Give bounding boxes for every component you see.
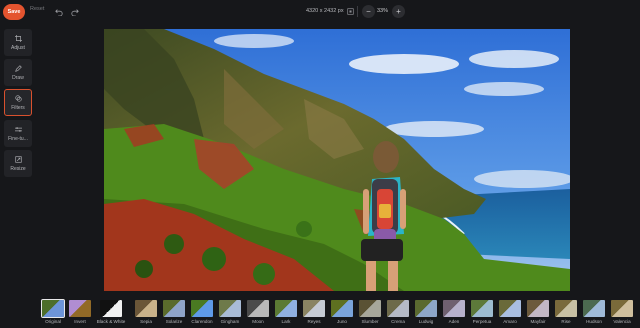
filter-thumbnail: [135, 300, 157, 317]
filters-icon: [14, 94, 22, 103]
filter-rise[interactable]: Rise: [553, 300, 579, 324]
tool-label: Filters: [11, 104, 25, 111]
filter-strip: Original Invert Black & White Sepia Sola…: [40, 299, 640, 328]
filter-moon[interactable]: Moon: [245, 300, 271, 324]
filter-thumbnail: [191, 300, 213, 317]
fit-screen-icon[interactable]: [346, 7, 355, 16]
filter-hudson[interactable]: Hudson: [581, 300, 607, 324]
filter-thumbnail: [415, 300, 437, 317]
filter-solarize[interactable]: Solarize: [161, 300, 187, 324]
image-dimensions: 4320 x 2432 px: [306, 8, 344, 14]
filter-thumbnail: [331, 300, 353, 317]
filter-thumbnail: [387, 300, 409, 317]
filter-label: Solarize: [165, 319, 183, 324]
image-canvas[interactable]: [104, 29, 570, 291]
divider: [357, 6, 358, 17]
filter-lark[interactable]: Lark: [273, 300, 299, 324]
zoom-in-button[interactable]: +: [392, 5, 405, 18]
filter-label: Clarendon: [191, 319, 213, 324]
resize-icon: [14, 155, 22, 164]
filter-sepia[interactable]: Sepia: [133, 300, 159, 324]
filter-gingham[interactable]: Gingham: [217, 300, 243, 324]
filter-original[interactable]: Original: [40, 299, 66, 324]
filter-crema[interactable]: Crema: [385, 300, 411, 324]
filter-thumbnail: [555, 300, 577, 317]
filter-thumbnail: [69, 300, 91, 317]
sliders-icon: [14, 126, 22, 134]
filter-label: Lark: [281, 319, 291, 324]
filter-reyes[interactable]: Reyes: [301, 300, 327, 324]
tool-adjust[interactable]: Adjust: [4, 29, 32, 56]
filter-thumbnail: [611, 300, 633, 317]
pencil-icon: [14, 64, 22, 73]
tool-draw[interactable]: Draw: [4, 59, 32, 86]
filter-label: Black & White: [96, 319, 126, 324]
filter-juno[interactable]: Juno: [329, 300, 355, 324]
undo-icon[interactable]: [54, 6, 64, 18]
filter-aden[interactable]: Aden: [441, 300, 467, 324]
filter-label: Aden: [448, 319, 460, 324]
filter-label: Moon: [252, 319, 264, 324]
filter-thumbnail: [219, 300, 241, 317]
zoom-out-button[interactable]: −: [362, 5, 375, 18]
tool-resize[interactable]: Resize: [4, 150, 32, 177]
filter-label: Juno: [337, 319, 347, 324]
filter-black-white[interactable]: Black & White: [96, 300, 126, 324]
filter-thumbnail: [41, 299, 65, 318]
filter-label: Mayfair: [530, 319, 546, 324]
tool-label: Draw: [12, 74, 24, 81]
filter-clarendon[interactable]: Clarendon: [189, 300, 215, 324]
filter-amaro[interactable]: Amaro: [497, 300, 523, 324]
filter-thumbnail: [275, 300, 297, 317]
filter-thumbnail: [163, 300, 185, 317]
filter-thumbnail: [303, 300, 325, 317]
filter-thumbnail: [359, 300, 381, 317]
filter-label: Gingham: [220, 319, 240, 324]
filter-label: Crema: [391, 319, 405, 324]
filter-thumbnail: [527, 300, 549, 317]
filter-label: Invert: [74, 319, 86, 324]
filter-label: Reyes: [307, 319, 321, 324]
filter-thumbnail: [443, 300, 465, 317]
top-toolbar: Save Reset 4320 x 2432 px − 33% +: [0, 0, 640, 24]
filter-label: Amaro: [503, 319, 517, 324]
filter-mayfair[interactable]: Mayfair: [525, 300, 551, 324]
tool-label: Adjust: [11, 44, 25, 51]
redo-icon[interactable]: [70, 6, 80, 18]
tool-filters[interactable]: Filters: [4, 89, 32, 116]
crop-icon: [14, 34, 22, 43]
reset-button[interactable]: Reset: [30, 6, 44, 12]
zoom-level: 33%: [377, 8, 389, 14]
filter-ludwig[interactable]: Ludwig: [413, 300, 439, 324]
tool-label: Fine-tu...: [8, 135, 28, 142]
tool-label: Resize: [10, 165, 26, 172]
filter-label: Original: [45, 319, 61, 324]
filter-thumbnail: [100, 300, 122, 317]
filter-thumbnail: [499, 300, 521, 317]
filter-label: Sepia: [140, 319, 152, 324]
filter-valencia[interactable]: Valencia: [609, 300, 635, 324]
filter-thumbnail: [471, 300, 493, 317]
filter-label: Rise: [561, 319, 571, 324]
filter-label: Ludwig: [418, 319, 434, 324]
filter-perpetua[interactable]: Perpetua: [469, 300, 495, 324]
tool-fine-tune[interactable]: Fine-tu...: [4, 120, 32, 147]
filter-label: Valencia: [613, 319, 631, 324]
filter-thumbnail: [247, 300, 269, 317]
filter-label: Perpetua: [472, 319, 492, 324]
filter-slumber[interactable]: Slumber: [357, 300, 383, 324]
filter-label: Hudson: [586, 319, 602, 324]
save-button[interactable]: Save: [3, 4, 25, 20]
filter-thumbnail: [583, 300, 605, 317]
filter-label: Slumber: [361, 319, 379, 324]
filter-invert[interactable]: Invert: [67, 300, 93, 324]
